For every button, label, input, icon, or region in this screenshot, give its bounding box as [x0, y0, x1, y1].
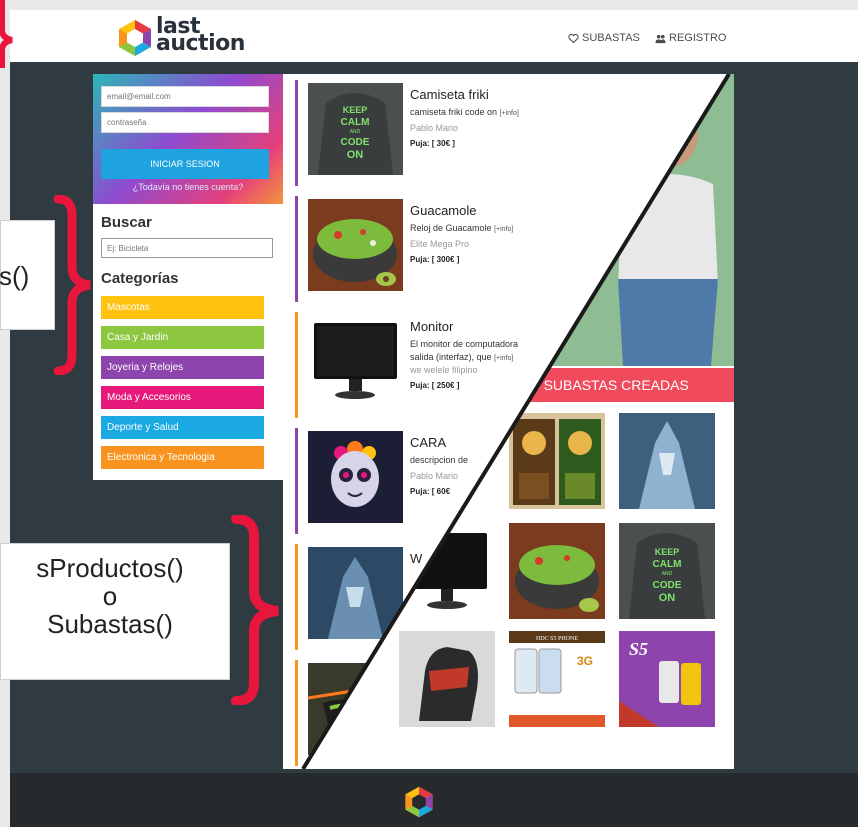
top-left-brace [0, 0, 13, 68]
product-description-line2: salida (interfaz), que [+info] [410, 352, 514, 362]
search-input[interactable] [101, 238, 273, 258]
category-moda-accesorios[interactable]: Moda y Accesorios [101, 386, 264, 409]
skull-art-image [308, 431, 403, 523]
sidebar: INICIAR SESION ¿Todavía no tienes cuenta… [93, 74, 283, 480]
footer-hexagon-logo-icon [405, 786, 433, 818]
product-title[interactable]: Camiseta friki [410, 87, 489, 102]
annotation-box-1: s() [0, 220, 55, 330]
monitor-image [308, 315, 403, 407]
hexagon-logo-icon [119, 20, 151, 56]
category-electronica-tecnologia[interactable]: Electronica y Tecnologia [101, 446, 264, 469]
annotation-line-1: sProductos() [36, 553, 184, 583]
s5-logo-text: S5 [629, 639, 648, 659]
product-card[interactable]: Monitor El monitor de computadora salida… [295, 312, 518, 418]
email-field[interactable] [101, 86, 269, 107]
annotation-line-2: o [102, 581, 118, 611]
footer [10, 773, 858, 827]
product-seller: Pablo Mario [410, 471, 459, 481]
category-casa-jardin[interactable]: Casa y Jardin [101, 326, 264, 349]
nav-subastas-link[interactable]: SUBASTAS [568, 32, 640, 44]
more-info-link[interactable]: [+info] [494, 355, 513, 362]
main-content: KEEP CALM AND CODE ON Camiseta friki cam… [283, 74, 734, 769]
category-deporte-salud[interactable]: Deporte y Salud [101, 416, 264, 439]
ice-warrior-image[interactable] [619, 413, 715, 509]
svg-text:CALM: CALM [341, 117, 370, 128]
more-info-link[interactable]: [+info] [500, 110, 519, 117]
product-seller: Pablo Mario [410, 123, 459, 133]
svg-text:AND: AND [662, 571, 673, 577]
product-bid: Puja: [ 60€ [410, 487, 451, 496]
product-description: El monitor de computadora [410, 339, 519, 349]
svg-text:ON: ON [347, 149, 364, 161]
product-bid: Puja: [ 300€ ] [410, 255, 460, 264]
product-bid: Puja: [ 250€ ] [410, 381, 460, 390]
s5-header-text: HDC S5 PHONE [536, 636, 578, 642]
svg-text:KEEP: KEEP [655, 547, 680, 557]
svg-text:CALM: CALM [653, 559, 682, 570]
product-description: camiseta friki code on [+info] [410, 107, 519, 117]
brace-1 [53, 195, 91, 375]
product-title[interactable]: W [410, 551, 422, 566]
login-box: INICIAR SESION ¿Todavía no tienes cuenta… [93, 74, 283, 204]
glove-image[interactable] [399, 631, 495, 727]
s5-promo-image[interactable]: S5 [619, 631, 715, 727]
annotation-function-label: s() [0, 261, 30, 291]
annotation-box-2: sProductos() o Subastas() [0, 543, 230, 680]
category-joyeria-relojes[interactable]: Joyeria y Relojes [101, 356, 264, 379]
guacamole-image[interactable] [509, 523, 605, 619]
product-card[interactable]: CARA descripcion de Pablo Mario Puja: [ … [295, 428, 479, 534]
password-field[interactable] [101, 112, 269, 133]
login-button[interactable]: INICIAR SESION [101, 149, 269, 179]
product-description: descripcion de [410, 455, 469, 465]
product-title[interactable]: Monitor [410, 319, 453, 334]
register-link[interactable]: ¿Todavía no tienes cuenta? [93, 182, 283, 192]
product-card[interactable]: Guacamole Reloj de Guacamole [+info] Eli… [295, 196, 513, 302]
categories-heading: Categorías [101, 270, 179, 287]
svg-text:CODE: CODE [653, 580, 682, 591]
annotation-line-3: Subastas() [47, 609, 173, 639]
hero-model-image [483, 74, 734, 366]
warcraft-game-image[interactable] [509, 413, 605, 509]
guacamole-image [308, 199, 403, 291]
galaxy-s5-ad-image[interactable]: HDC S5 PHONE 3G [509, 631, 605, 727]
svg-text:CODE: CODE [341, 137, 370, 148]
category-mascotas[interactable]: Mascotas [101, 296, 264, 319]
auctions-banner: AS SUBASTAS CREADAS [453, 368, 734, 402]
product-description: Reloj de Guacamole [+info] [410, 223, 514, 233]
svg-text:ON: ON [659, 592, 676, 604]
keep-calm-hoodie-image: KEEP CALM AND CODE ON [308, 83, 403, 175]
product-card[interactable]: KEEP CALM AND CODE ON Camiseta friki cam… [295, 80, 519, 186]
search-heading: Buscar [101, 214, 152, 231]
nav-registro-label: REGISTRO [669, 32, 727, 44]
brace-2 [231, 515, 279, 705]
product-title[interactable]: CARA [410, 435, 446, 450]
svg-text:AND: AND [350, 129, 361, 135]
product-seller: we welele filipino [410, 365, 478, 375]
product-bid: Puja: [ 30€ ] [410, 139, 455, 148]
more-info-link[interactable]: [+info] [494, 226, 513, 233]
logo-word-auction: auction [156, 31, 245, 56]
annotation-function-list: sProductos() o Subastas() [0, 554, 225, 638]
site-logo[interactable]: last auction [116, 16, 256, 58]
svg-text:KEEP: KEEP [343, 105, 368, 115]
keep-calm-hoodie-image[interactable]: KEEP CALM AND CODE ON [619, 523, 715, 619]
s5-3g-text: 3G [577, 654, 593, 668]
product-title[interactable]: Guacamole [410, 203, 476, 218]
heart-icon [568, 33, 579, 43]
users-icon [655, 34, 666, 43]
ice-warrior-image [308, 547, 403, 639]
top-navbar: last auction SUBASTAS REGISTRO [10, 10, 858, 62]
nav-subastas-label: SUBASTAS [582, 32, 640, 44]
nav-registro-link[interactable]: REGISTRO [655, 32, 726, 44]
website-screenshot: last auction SUBASTAS REGISTRO INICIAR S… [10, 10, 858, 827]
product-seller: Elite Mega Pro [410, 239, 470, 249]
